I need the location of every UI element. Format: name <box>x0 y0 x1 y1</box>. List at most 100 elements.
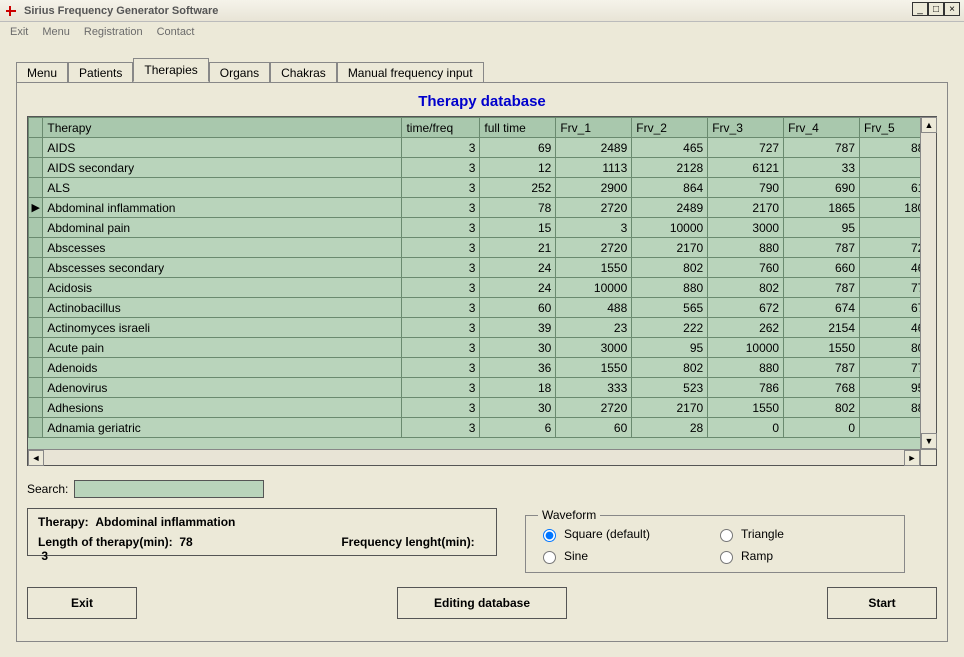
waveform-radio[interactable] <box>720 529 733 542</box>
value-cell[interactable]: 1550 <box>784 338 860 358</box>
value-cell[interactable]: 3 <box>402 338 480 358</box>
therapy-name-cell[interactable]: Acidosis <box>43 278 402 298</box>
value-cell[interactable]: 28 <box>632 418 708 438</box>
value-cell[interactable]: 465 <box>632 138 708 158</box>
value-cell[interactable]: 15 <box>480 218 556 238</box>
value-cell[interactable]: 3 <box>402 278 480 298</box>
value-cell[interactable]: 2170 <box>708 198 784 218</box>
table-row[interactable]: Adnamia geriatric366028000 <box>29 418 936 438</box>
value-cell[interactable]: 262 <box>708 318 784 338</box>
column-header[interactable]: Therapy <box>43 118 402 138</box>
value-cell[interactable]: 674 <box>784 298 860 318</box>
value-cell[interactable]: 787 <box>784 358 860 378</box>
table-row[interactable]: Actinomyces israeli339232222622154465 <box>29 318 936 338</box>
value-cell[interactable]: 760 <box>708 258 784 278</box>
waveform-radio[interactable] <box>543 551 556 564</box>
value-cell[interactable]: 0 <box>708 418 784 438</box>
therapy-name-cell[interactable]: Adnamia geriatric <box>43 418 402 438</box>
value-cell[interactable]: 3 <box>556 218 632 238</box>
table-row[interactable]: Adenoids3361550802880787776 <box>29 358 936 378</box>
column-header[interactable]: Frv_3 <box>708 118 784 138</box>
value-cell[interactable]: 3000 <box>556 338 632 358</box>
value-cell[interactable]: 252 <box>480 178 556 198</box>
editing-database-button[interactable]: Editing database <box>397 587 567 619</box>
waveform-option[interactable]: Square (default) <box>538 526 715 542</box>
therapy-grid[interactable]: Therapytime/freqfull timeFrv_1Frv_2Frv_3… <box>27 116 937 466</box>
value-cell[interactable]: 6121 <box>708 158 784 178</box>
value-cell[interactable]: 672 <box>708 298 784 318</box>
value-cell[interactable]: 802 <box>632 358 708 378</box>
scroll-right-icon[interactable]: ► <box>904 450 920 466</box>
column-header[interactable]: full time <box>480 118 556 138</box>
therapy-name-cell[interactable]: Adenovirus <box>43 378 402 398</box>
waveform-radio[interactable] <box>543 529 556 542</box>
table-row[interactable]: AIDS secondary312111321286121330 <box>29 158 936 178</box>
value-cell[interactable]: 660 <box>784 258 860 278</box>
therapy-name-cell[interactable]: Abdominal pain <box>43 218 402 238</box>
tab-therapies[interactable]: Therapies <box>133 58 208 82</box>
value-cell[interactable]: 787 <box>784 278 860 298</box>
menu-exit[interactable]: Exit <box>10 26 28 38</box>
value-cell[interactable]: 880 <box>708 358 784 378</box>
value-cell[interactable]: 222 <box>632 318 708 338</box>
value-cell[interactable]: 3 <box>402 238 480 258</box>
therapy-name-cell[interactable]: AIDS <box>43 138 402 158</box>
scroll-up-icon[interactable]: ▲ <box>921 117 937 133</box>
value-cell[interactable]: 95 <box>632 338 708 358</box>
therapy-name-cell[interactable]: Abscesses secondary <box>43 258 402 278</box>
scroll-left-icon[interactable]: ◄ <box>28 450 44 466</box>
scroll-down-icon[interactable]: ▼ <box>921 433 937 449</box>
therapy-name-cell[interactable]: Adenoids <box>43 358 402 378</box>
value-cell[interactable]: 1550 <box>556 258 632 278</box>
table-row[interactable]: ▶Abdominal inflammation37827202489217018… <box>29 198 936 218</box>
waveform-option[interactable]: Sine <box>538 548 715 564</box>
value-cell[interactable]: 880 <box>632 278 708 298</box>
value-cell[interactable]: 787 <box>784 238 860 258</box>
tab-chakras[interactable]: Chakras <box>270 62 337 83</box>
table-row[interactable]: Adenovirus318333523786768959 <box>29 378 936 398</box>
table-row[interactable]: AIDS3692489465727787880 <box>29 138 936 158</box>
value-cell[interactable]: 12 <box>480 158 556 178</box>
value-cell[interactable]: 1550 <box>556 358 632 378</box>
tab-patients[interactable]: Patients <box>68 62 133 83</box>
value-cell[interactable]: 3000 <box>708 218 784 238</box>
value-cell[interactable]: 95 <box>784 218 860 238</box>
value-cell[interactable]: 786 <box>708 378 784 398</box>
table-row[interactable]: Adhesions330272021701550802880 <box>29 398 936 418</box>
start-button[interactable]: Start <box>827 587 937 619</box>
value-cell[interactable]: 78 <box>480 198 556 218</box>
value-cell[interactable]: 2489 <box>556 138 632 158</box>
value-cell[interactable]: 30 <box>480 338 556 358</box>
value-cell[interactable]: 3 <box>402 298 480 318</box>
value-cell[interactable]: 2170 <box>632 398 708 418</box>
value-cell[interactable]: 3 <box>402 418 480 438</box>
value-cell[interactable]: 2720 <box>556 238 632 258</box>
value-cell[interactable]: 18 <box>480 378 556 398</box>
value-cell[interactable]: 2128 <box>632 158 708 178</box>
value-cell[interactable]: 2489 <box>632 198 708 218</box>
waveform-radio[interactable] <box>720 551 733 564</box>
waveform-option[interactable]: Triangle <box>715 526 892 542</box>
value-cell[interactable]: 24 <box>480 258 556 278</box>
table-row[interactable]: ALS32522900864790690610 <box>29 178 936 198</box>
value-cell[interactable]: 864 <box>632 178 708 198</box>
value-cell[interactable]: 10000 <box>708 338 784 358</box>
table-row[interactable]: Actinobacillus360488565672674678 <box>29 298 936 318</box>
value-cell[interactable]: 1865 <box>784 198 860 218</box>
value-cell[interactable]: 727 <box>708 138 784 158</box>
maximize-button[interactable]: □ <box>928 2 944 16</box>
horizontal-scrollbar[interactable]: ◄ ► <box>28 449 920 465</box>
column-header[interactable]: Frv_4 <box>784 118 860 138</box>
value-cell[interactable]: 39 <box>480 318 556 338</box>
value-cell[interactable]: 69 <box>480 138 556 158</box>
value-cell[interactable]: 2720 <box>556 398 632 418</box>
value-cell[interactable]: 60 <box>556 418 632 438</box>
value-cell[interactable]: 333 <box>556 378 632 398</box>
value-cell[interactable]: 787 <box>784 138 860 158</box>
search-input[interactable] <box>74 480 264 498</box>
exit-button[interactable]: Exit <box>27 587 137 619</box>
value-cell[interactable]: 3 <box>402 258 480 278</box>
table-row[interactable]: Acidosis32410000880802787776 <box>29 278 936 298</box>
column-header[interactable]: Frv_2 <box>632 118 708 138</box>
value-cell[interactable]: 24 <box>480 278 556 298</box>
